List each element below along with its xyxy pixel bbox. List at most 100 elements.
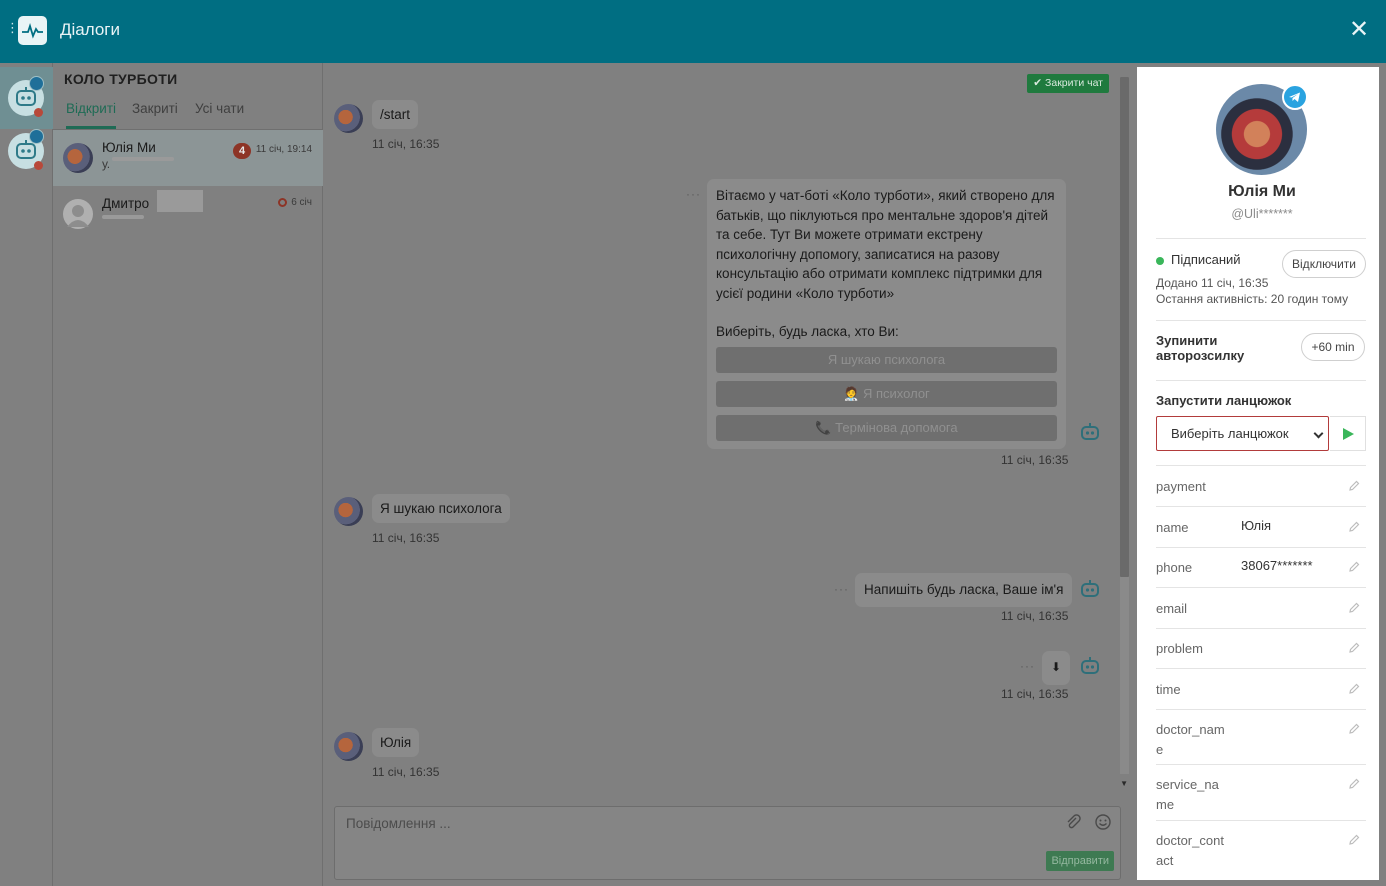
close-chat-button[interactable]: ✔ Закрити чат xyxy=(1027,74,1109,93)
bot-icon xyxy=(1079,655,1101,677)
message-bubble-bot: ⬇ xyxy=(1042,651,1071,685)
chat-list: КОЛО ТУРБОТИ Відкриті Закриті Усі чати Ю… xyxy=(53,63,323,886)
message-time: 11 січ, 16:35 xyxy=(372,765,440,779)
smile-icon[interactable] xyxy=(1094,813,1112,831)
chain-label: Запустити ланцюжок xyxy=(1156,393,1292,408)
chat-row[interactable]: Дмитро 6 січ xyxy=(53,186,323,242)
subscription-status: Підписаний xyxy=(1171,252,1241,267)
status-circle xyxy=(278,198,287,207)
field-value: 38067******* xyxy=(1241,558,1313,573)
divider xyxy=(1156,380,1366,381)
field-key: name xyxy=(1156,520,1189,535)
field-row: payment xyxy=(1156,467,1366,507)
tab-open[interactable]: Відкриті xyxy=(66,101,117,129)
message-bubble-bot: Вітаємо у чат-боті «Коло турботи», який … xyxy=(707,179,1066,449)
field-row: phone 38067******* xyxy=(1156,548,1366,588)
pencil-icon[interactable] xyxy=(1348,642,1360,654)
field-value: Юлія xyxy=(1241,518,1272,533)
window-title: Діалоги xyxy=(60,20,121,39)
more-options-icon[interactable]: ··· xyxy=(1020,659,1035,673)
field-row: doctor_name xyxy=(1156,710,1366,765)
channel-title: КОЛО ТУРБОТИ xyxy=(64,71,178,87)
field-key: service_name xyxy=(1156,777,1219,812)
field-key: problem xyxy=(1156,641,1203,656)
field-key: doctor_contact xyxy=(1156,833,1224,868)
avatar xyxy=(334,104,363,133)
message-bubble: Юлія xyxy=(372,728,420,757)
scroll-down-icon[interactable]: ▼ xyxy=(1120,779,1128,788)
more-options-icon[interactable]: ··· xyxy=(686,187,701,201)
stop-autosend-label: Зупинити авторозсилку xyxy=(1156,333,1245,363)
message-composer[interactable]: Повідомлення ... Відправити xyxy=(334,806,1121,880)
chain-select-value: Виберіть ланцюжок xyxy=(1171,426,1289,441)
pencil-icon[interactable] xyxy=(1348,723,1360,735)
added-date: Додано 11 січ, 16:35 xyxy=(1156,276,1269,290)
message-prompt: Виберіть, будь ласка, хто Ви: xyxy=(716,324,899,339)
chat-preview: у. xyxy=(102,157,111,171)
field-key: time xyxy=(1156,682,1181,697)
check-icon: ✔ xyxy=(1033,77,1043,89)
pulse-logo-icon xyxy=(18,16,47,45)
tab-all[interactable]: Усі чати xyxy=(195,101,244,129)
send-button[interactable]: Відправити xyxy=(1046,851,1114,871)
blurred-text xyxy=(112,157,174,161)
message-time: 11 січ, 16:35 xyxy=(1001,687,1069,701)
telegram-icon xyxy=(1282,84,1308,110)
bot-icon xyxy=(1079,578,1101,600)
pencil-icon[interactable] xyxy=(1348,480,1360,492)
pencil-icon[interactable] xyxy=(1348,602,1360,614)
bot-item-active[interactable] xyxy=(0,67,53,129)
run-chain-button[interactable] xyxy=(1330,416,1366,451)
telegram-icon xyxy=(29,129,44,144)
field-key: email xyxy=(1156,601,1188,616)
chain-select[interactable]: Виберіть ланцюжок xyxy=(1156,416,1329,451)
profile-name: Юлія Ми xyxy=(1228,183,1296,200)
scrollbar-thumb[interactable] xyxy=(1120,77,1129,577)
chevron-down-icon xyxy=(1313,428,1324,439)
keyboard-button[interactable]: 📞 Термінова допомога xyxy=(716,414,1057,441)
chat-tabs: Відкриті Закриті Усі чати xyxy=(53,101,323,131)
chat-time: 11 січ, 19:14 xyxy=(255,144,312,155)
field-row: doctor_contact xyxy=(1156,821,1366,877)
last-activity: Остання активність: 20 годин тому xyxy=(1156,292,1349,306)
divider xyxy=(1156,320,1366,321)
field-key: doctor_name xyxy=(1156,722,1225,757)
keyboard-button[interactable]: Я шукаю психолога xyxy=(716,346,1057,373)
chat-time: 6 січ xyxy=(291,197,312,208)
more-options-icon[interactable]: ··· xyxy=(834,582,849,596)
bot-item[interactable] xyxy=(0,125,53,187)
bot-strip xyxy=(0,63,53,886)
field-row: time xyxy=(1156,669,1366,710)
field-row: email xyxy=(1156,588,1366,629)
message-input[interactable]: Повідомлення ... xyxy=(346,816,451,831)
scrollbar[interactable] xyxy=(1120,77,1129,774)
pencil-icon[interactable] xyxy=(1348,561,1360,573)
chat-name: Юлія Ми xyxy=(102,140,156,155)
avatar xyxy=(63,143,93,173)
unread-badge: 4 xyxy=(233,143,251,159)
telegram-icon xyxy=(29,76,44,91)
drag-dots-icon[interactable]: ⋮ xyxy=(6,21,19,34)
message-bubble-bot: Напишіть будь ласка, Ваше ім'я xyxy=(855,573,1073,607)
keyboard-button[interactable]: 🧑‍⚕️ Я психолог xyxy=(716,380,1057,407)
paperclip-icon[interactable] xyxy=(1064,813,1082,831)
field-row: service_name xyxy=(1156,765,1366,821)
status-dot xyxy=(34,161,43,170)
bot-icon xyxy=(1079,421,1101,443)
chat-row[interactable]: Юлія Ми у. 4 11 січ, 19:14 xyxy=(53,130,323,186)
pencil-icon[interactable] xyxy=(1348,521,1360,533)
field-row: problem xyxy=(1156,629,1366,669)
close-icon[interactable]: ✕ xyxy=(1348,17,1370,43)
disconnect-button[interactable]: Відключити xyxy=(1282,250,1366,278)
plus-60-min-button[interactable]: +60 min xyxy=(1301,333,1365,361)
message-text: Вітаємо у чат-боті «Коло турботи», який … xyxy=(716,188,1055,301)
profile-username: @Uli******* xyxy=(1231,207,1293,221)
message-time: 11 січ, 16:35 xyxy=(1001,453,1069,467)
blurred-text xyxy=(157,190,203,212)
pencil-icon[interactable] xyxy=(1348,778,1360,790)
message-bubble: Я шукаю психолога xyxy=(372,494,510,523)
pencil-icon[interactable] xyxy=(1348,683,1360,695)
tab-closed[interactable]: Закриті xyxy=(132,101,178,129)
pencil-icon[interactable] xyxy=(1348,834,1360,846)
avatar xyxy=(334,497,363,526)
